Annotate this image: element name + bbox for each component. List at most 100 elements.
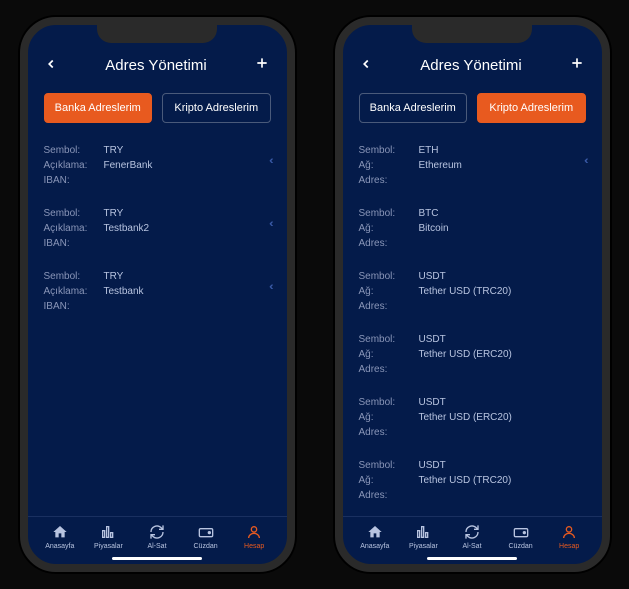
label-sembol: Sembol: <box>44 271 104 282</box>
page-title: Adres Yönetimi <box>105 57 206 74</box>
nav-label: Hesap <box>559 543 579 550</box>
back-button[interactable] <box>44 55 58 75</box>
chevron-right-icon[interactable]: ‹‹ <box>269 218 270 230</box>
tab-crypto[interactable]: Kripto Adreslerim <box>477 93 586 123</box>
nav-hesap[interactable]: Hesap <box>230 523 279 550</box>
home-indicator[interactable] <box>112 557 202 560</box>
phone-left: Adres Yönetimi Banka Adreslerim Kripto A… <box>20 17 295 572</box>
nav-anasayfa[interactable]: Anasayfa <box>36 523 85 550</box>
entry-row: Adres: <box>359 362 586 377</box>
value-sembol: USDT <box>419 397 586 408</box>
value-ag: Tether USD (ERC20) <box>419 412 586 423</box>
label-ag: Ağ: <box>359 286 419 297</box>
back-button[interactable] <box>359 55 373 75</box>
nav-piyasalar[interactable]: Piyasalar <box>84 523 133 550</box>
address-entry[interactable]: Sembol:USDTAğ:Tether USD (ERC20) Adres: <box>359 389 586 452</box>
label-sembol: Sembol: <box>44 145 104 156</box>
entry-row: Sembol:BTC <box>359 206 586 221</box>
entry-row: Açıklama:Testbank2 <box>44 221 271 236</box>
entry-row: Sembol:USDT <box>359 395 586 410</box>
value-adres <box>419 427 586 438</box>
nav-anasayfa[interactable]: Anasayfa <box>351 523 400 550</box>
nav-hesap[interactable]: Hesap <box>545 523 594 550</box>
screen-left: Adres Yönetimi Banka Adreslerim Kripto A… <box>28 25 287 564</box>
entry-row: Adres: <box>359 173 586 188</box>
address-entry[interactable]: Sembol:TRY Açıklama:Testbank IBAN: ‹‹ <box>44 263 271 326</box>
nav-alsat[interactable]: Al-Sat <box>133 523 182 550</box>
nav-label: Hesap <box>244 543 264 550</box>
piyasalar-icon <box>99 523 117 541</box>
label-ag: Ağ: <box>359 160 419 171</box>
anasayfa-icon <box>51 523 69 541</box>
label-sembol: Sembol: <box>359 271 419 282</box>
nav-label: Cüzdan <box>509 543 533 550</box>
label-adres: Adres: <box>359 175 419 186</box>
entry-row: Sembol:ETH <box>359 143 586 158</box>
nav-alsat[interactable]: Al-Sat <box>448 523 497 550</box>
chevron-right-icon[interactable]: ‹‹ <box>584 155 585 167</box>
label-iban: IBAN: <box>44 238 104 249</box>
label-iban: IBAN: <box>44 301 104 312</box>
entry-row: Sembol:TRY <box>44 143 271 158</box>
label-ag: Ağ: <box>359 223 419 234</box>
value-adres <box>419 364 586 375</box>
label-adres: Adres: <box>359 427 419 438</box>
value-ag: Tether USD (ERC20) <box>419 349 586 360</box>
label-ag: Ağ: <box>359 475 419 486</box>
address-entry[interactable]: Sembol:USDTAğ:Tether USD (ERC20) Adres: <box>359 326 586 389</box>
add-button[interactable] <box>254 55 270 75</box>
address-entry[interactable]: Sembol:USDTAğ:Tether USD (TRC20) Adres: <box>359 452 586 515</box>
tabs: Banka Adreslerim Kripto Adreslerim <box>28 85 287 137</box>
label-sembol: Sembol: <box>359 460 419 471</box>
chevron-right-icon[interactable]: ‹‹ <box>269 155 270 167</box>
label-sembol: Sembol: <box>359 397 419 408</box>
tab-crypto[interactable]: Kripto Adreslerim <box>162 93 271 123</box>
address-entry[interactable]: Sembol:BTCAğ:Bitcoin Adres: <box>359 200 586 263</box>
value-iban <box>104 175 271 186</box>
value-sembol: USDT <box>419 271 586 282</box>
label-adres: Adres: <box>359 301 419 312</box>
entry-row: Sembol:TRY <box>44 269 271 284</box>
label-iban: IBAN: <box>44 175 104 186</box>
label-adres: Adres: <box>359 238 419 249</box>
value-sembol: ETH <box>419 145 586 156</box>
entry-row: Sembol:USDT <box>359 332 586 347</box>
add-button[interactable] <box>569 55 585 75</box>
nav-cuzdan[interactable]: Cüzdan <box>496 523 545 550</box>
value-sembol: TRY <box>104 145 271 156</box>
hesap-icon <box>245 523 263 541</box>
value-ag: Tether USD (TRC20) <box>419 475 586 486</box>
nav-piyasalar[interactable]: Piyasalar <box>399 523 448 550</box>
entry-row: Sembol:USDT <box>359 458 586 473</box>
label-aciklama: Açıklama: <box>44 223 104 234</box>
entry-row: Adres: <box>359 299 586 314</box>
home-indicator[interactable] <box>427 557 517 560</box>
nav-label: Cüzdan <box>194 543 218 550</box>
entry-row: IBAN: <box>44 299 271 314</box>
content-right: Sembol:ETHAğ:Ethereum Adres:‹‹Sembol:BTC… <box>343 137 602 516</box>
chevron-right-icon[interactable]: ‹‹ <box>269 281 270 293</box>
tab-bank[interactable]: Banka Adreslerim <box>359 93 468 123</box>
phone-right: Adres Yönetimi Banka Adreslerim Kripto A… <box>335 17 610 572</box>
nav-cuzdan[interactable]: Cüzdan <box>181 523 230 550</box>
address-entry[interactable]: Sembol:USDTAğ:Tether USD (TRC20) Adres: <box>359 263 586 326</box>
nav-label: Al-Sat <box>147 543 166 550</box>
entry-row: Ağ:Bitcoin <box>359 221 586 236</box>
address-entry[interactable]: Sembol:TRY Açıklama:FenerBank IBAN: ‹‹ <box>44 137 271 200</box>
address-entry[interactable]: Sembol:DOGE <box>359 515 586 516</box>
value-sembol: BTC <box>419 208 586 219</box>
nav-label: Anasayfa <box>360 543 389 550</box>
entry-row: Ağ:Ethereum <box>359 158 586 173</box>
entry-row: Sembol:TRY <box>44 206 271 221</box>
label-sembol: Sembol: <box>359 334 419 345</box>
tab-bank[interactable]: Banka Adreslerim <box>44 93 153 123</box>
label-adres: Adres: <box>359 364 419 375</box>
nav-label: Piyasalar <box>94 543 123 550</box>
value-sembol: USDT <box>419 460 586 471</box>
address-entry[interactable]: Sembol:TRY Açıklama:Testbank2 IBAN: ‹‹ <box>44 200 271 263</box>
address-entry[interactable]: Sembol:ETHAğ:Ethereum Adres: ‹‹ <box>359 137 586 200</box>
entry-row: Açıklama:Testbank <box>44 284 271 299</box>
value-adres <box>419 301 586 312</box>
value-ag: Bitcoin <box>419 223 586 234</box>
label-aciklama: Açıklama: <box>44 160 104 171</box>
